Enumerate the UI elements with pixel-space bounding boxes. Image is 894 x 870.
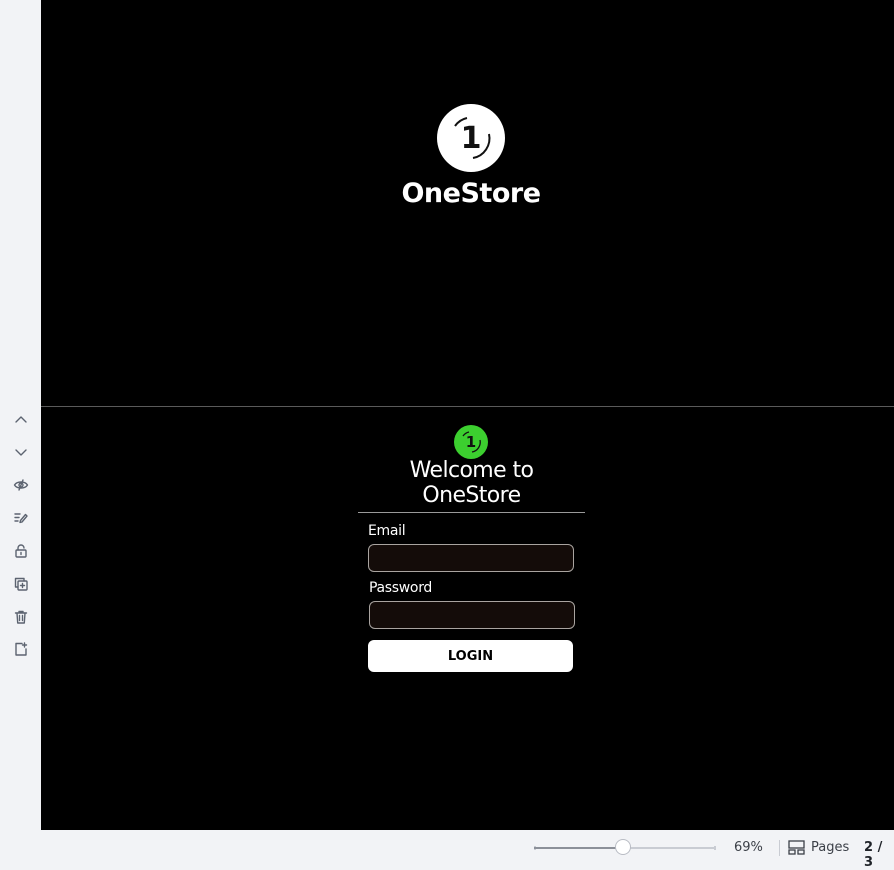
hide-page-button[interactable] [10, 474, 32, 496]
add-page-button[interactable] [10, 638, 32, 660]
duplicate-page-button[interactable] [10, 573, 32, 595]
chevron-down-icon [15, 449, 27, 456]
pages-button[interactable]: Pages [788, 838, 849, 856]
page-notes-button[interactable] [10, 507, 32, 529]
duplicate-icon [14, 577, 28, 591]
email-label: Email [368, 523, 406, 539]
page-count: 2 / 3 [864, 840, 883, 870]
pages-grid-icon [788, 839, 805, 855]
logo-swoosh-icon [454, 117, 491, 159]
password-label: Password [369, 580, 432, 596]
lock-page-button[interactable] [10, 540, 32, 562]
add-page-icon [15, 642, 28, 656]
delete-page-button[interactable] [10, 606, 32, 628]
email-field[interactable] [368, 544, 574, 572]
pages-label: Pages [811, 839, 850, 855]
login-button[interactable]: LOGIN [368, 640, 573, 672]
status-separator [779, 840, 780, 856]
welcome-heading: Welcome to OneStore [358, 458, 585, 513]
hide-eye-icon [13, 479, 29, 491]
splash-title: OneStore [401, 178, 541, 209]
lock-icon [15, 544, 27, 558]
trash-icon [14, 610, 28, 624]
notes-edit-icon [14, 513, 28, 524]
zoom-slider-fill [534, 847, 624, 849]
move-page-up-button[interactable] [10, 409, 32, 431]
password-field[interactable] [369, 601, 575, 629]
onestore-logo: 1 [437, 104, 505, 172]
zoom-level[interactable]: 69% [734, 840, 763, 855]
onestore-logo-small: 1 [454, 425, 488, 459]
status-bar: 69% Pages 2 / 3 [0, 830, 894, 870]
chevron-up-icon [15, 416, 27, 423]
zoom-track-end [714, 846, 716, 850]
zoom-slider-thumb[interactable] [615, 839, 632, 855]
move-page-down-button[interactable] [10, 441, 32, 463]
design-canvas[interactable]: 1 OneStore 1 Welcome to OneStore Email P… [41, 0, 894, 830]
page-tools-sidebar [0, 0, 41, 830]
page-divider [41, 406, 894, 407]
logo-swoosh-icon [462, 431, 481, 453]
